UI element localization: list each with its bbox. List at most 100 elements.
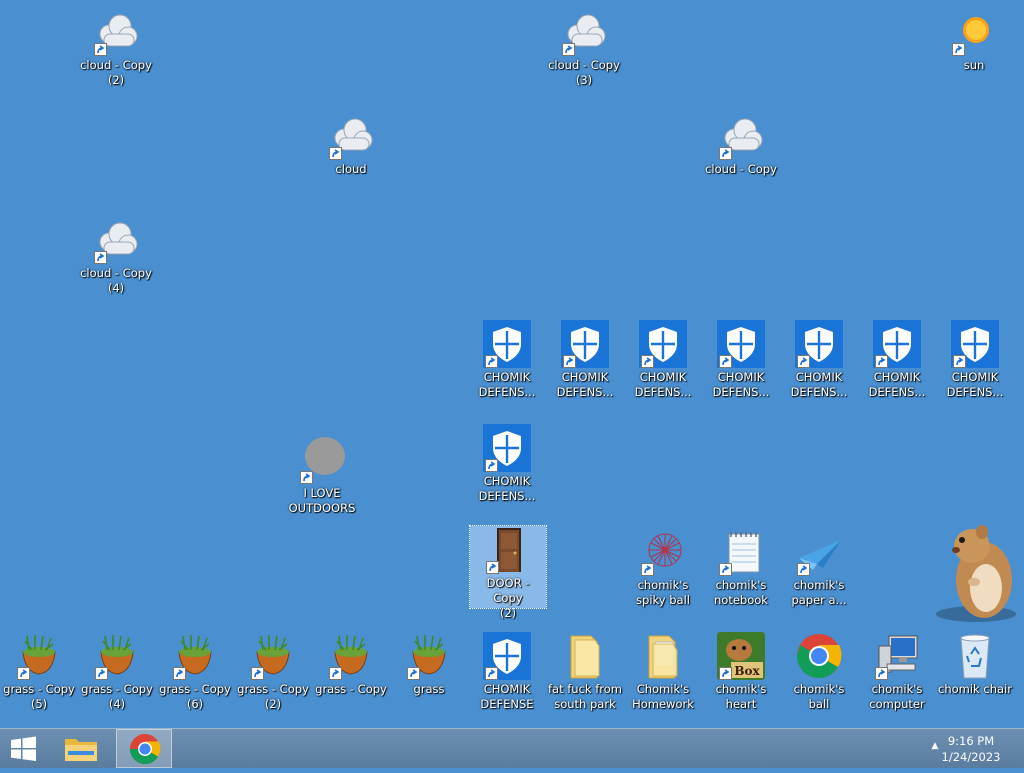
- south-park-folder[interactable]: fat fuck from south park: [547, 632, 623, 712]
- icon-label: chomik's heart: [715, 682, 767, 711]
- shield-icon: [483, 632, 531, 680]
- shortcut-arrow-icon: [17, 667, 30, 680]
- icon-label: chomik's notebook: [714, 578, 768, 607]
- icon-label: cloud - Copy (2): [80, 58, 152, 87]
- box-game-icon: Box: [717, 632, 765, 680]
- shield-icon: [717, 320, 765, 368]
- file-explorer-icon: [65, 739, 97, 761]
- cloud-icon: [92, 216, 140, 264]
- chrome-taskbar-button[interactable]: [116, 729, 172, 768]
- chomik-defense-shortcut-1[interactable]: CHOMIK DEFENS...: [469, 320, 545, 400]
- shortcut-arrow-icon: [173, 667, 186, 680]
- shortcut-arrow-icon: [563, 355, 576, 368]
- grass-copy-2-shortcut[interactable]: grass - Copy (2): [235, 632, 311, 712]
- cloud-copy-4-shortcut[interactable]: cloud - Copy (4): [78, 216, 154, 296]
- cloud-shortcut[interactable]: cloud: [313, 112, 389, 177]
- icon-label: Chomik's Homework: [632, 682, 694, 711]
- grass-copy-5-shortcut[interactable]: grass - Copy (5): [1, 632, 77, 712]
- icon-label: chomik's computer: [869, 682, 925, 711]
- icon-label: fat fuck from south park: [548, 682, 622, 711]
- shortcut-arrow-icon: [952, 43, 965, 56]
- chomik-defense-shortcut-3[interactable]: CHOMIK DEFENS...: [625, 320, 701, 400]
- chomik-chair-recycle-bin[interactable]: chomik chair: [937, 632, 1013, 697]
- shortcut-arrow-icon: [407, 667, 420, 680]
- shield-icon: [873, 320, 921, 368]
- spiky-ball-icon: [639, 528, 687, 576]
- i-love-outdoors-shortcut[interactable]: I LOVE OUTDOORS: [284, 436, 360, 516]
- shield-icon: [561, 320, 609, 368]
- shortcut-arrow-icon: [300, 471, 313, 484]
- chomik-defense-shortcut-8[interactable]: CHOMIK DEFENS...: [469, 424, 545, 504]
- chomik-heart-shortcut[interactable]: Box chomik's heart: [703, 632, 779, 712]
- grass-basket-icon: [405, 632, 453, 680]
- chomik-spiky-ball-shortcut[interactable]: chomik's spiky ball: [625, 528, 701, 608]
- cloud-icon: [717, 112, 765, 160]
- cloud-copy-shortcut[interactable]: cloud - Copy: [703, 112, 779, 177]
- icon-label: chomik's paper a...: [791, 578, 847, 607]
- chomik-defense-shortcut[interactable]: CHOMIK DEFENSE: [469, 632, 545, 712]
- icon-label: CHOMIK DEFENS...: [634, 370, 692, 399]
- icon-label: grass - Copy (4): [81, 682, 153, 711]
- grass-copy-4-shortcut[interactable]: grass - Copy (4): [79, 632, 155, 712]
- windows-logo-icon: [11, 736, 36, 761]
- shield-icon: [483, 320, 531, 368]
- icon-label: sun: [963, 58, 985, 72]
- clock[interactable]: 9:16 PM 1/24/2023: [936, 733, 1006, 765]
- cloud-icon: [327, 112, 375, 160]
- icon-label: CHOMIK DEFENS...: [556, 370, 614, 399]
- clock-time: 9:16 PM: [947, 734, 995, 748]
- sun-icon: [950, 8, 998, 56]
- start-button[interactable]: [0, 729, 48, 768]
- hamster-image[interactable]: [932, 518, 1020, 624]
- chomik-defense-shortcut-5[interactable]: CHOMIK DEFENS...: [781, 320, 857, 400]
- shield-icon: [639, 320, 687, 368]
- chomik-computer-shortcut[interactable]: chomik's computer: [859, 632, 935, 712]
- chomik-defense-shortcut-7[interactable]: CHOMIK DEFENS...: [937, 320, 1013, 400]
- chrome-icon: [795, 632, 843, 680]
- grass-shortcut[interactable]: grass: [391, 632, 467, 697]
- desktop[interactable]: cloud - Copy (2) cloud - Copy (3) sun cl…: [0, 0, 1024, 728]
- shortcut-arrow-icon: [797, 563, 810, 576]
- chomik-ball-shortcut[interactable]: chomik's ball: [781, 632, 857, 712]
- shortcut-arrow-icon: [641, 355, 654, 368]
- icon-label: grass - Copy: [315, 682, 387, 696]
- shortcut-arrow-icon: [485, 459, 498, 472]
- grass-basket-icon: [15, 632, 63, 680]
- icon-label: CHOMIK DEFENSE: [480, 682, 534, 711]
- icon-label: CHOMIK DEFENS...: [946, 370, 1004, 399]
- shortcut-arrow-icon: [953, 355, 966, 368]
- shortcut-arrow-icon: [485, 667, 498, 680]
- chomik-defense-shortcut-6[interactable]: CHOMIK DEFENS...: [859, 320, 935, 400]
- grass-copy-shortcut[interactable]: grass - Copy: [313, 632, 389, 697]
- chomik-homework-folder[interactable]: Chomik's Homework: [625, 632, 701, 712]
- chomik-defense-shortcut-4[interactable]: CHOMIK DEFENS...: [703, 320, 779, 400]
- notebook-icon: [717, 528, 765, 576]
- door-copy-2-shortcut[interactable]: DOOR - Copy (2): [469, 525, 547, 620]
- chrome-icon: [130, 734, 161, 765]
- file-explorer-taskbar-button[interactable]: [58, 729, 104, 768]
- chomik-paper-airplane-shortcut[interactable]: chomik's paper a...: [781, 528, 857, 608]
- grass-copy-6-shortcut[interactable]: grass - Copy (6): [157, 632, 233, 712]
- chomik-defense-shortcut-2[interactable]: CHOMIK DEFENS...: [547, 320, 623, 400]
- cloud-copy-3-icon[interactable]: cloud - Copy (3): [546, 8, 622, 88]
- chomik-notebook-shortcut[interactable]: chomik's notebook: [703, 528, 779, 608]
- cloud-copy-2-icon[interactable]: cloud - Copy (2): [78, 8, 154, 88]
- sun-shortcut[interactable]: sun: [936, 8, 1012, 73]
- shortcut-arrow-icon: [486, 561, 499, 574]
- icon-label: CHOMIK DEFENS...: [478, 370, 536, 399]
- icon-label: grass - Copy (5): [3, 682, 75, 711]
- icon-label: I LOVE OUTDOORS: [288, 486, 356, 515]
- icon-label: CHOMIK DEFENS...: [790, 370, 848, 399]
- shortcut-arrow-icon: [329, 147, 342, 160]
- clock-date: 1/24/2023: [941, 750, 1001, 764]
- recycle-bin-icon: [951, 632, 999, 680]
- computer-icon: [873, 632, 921, 680]
- shortcut-arrow-icon: [95, 667, 108, 680]
- svg-text:Box: Box: [734, 664, 760, 678]
- cloud-icon: [560, 8, 608, 56]
- shortcut-arrow-icon: [485, 355, 498, 368]
- shortcut-arrow-icon: [719, 355, 732, 368]
- shield-icon: [483, 424, 531, 472]
- icon-label: grass - Copy (6): [159, 682, 231, 711]
- shortcut-arrow-icon: [641, 563, 654, 576]
